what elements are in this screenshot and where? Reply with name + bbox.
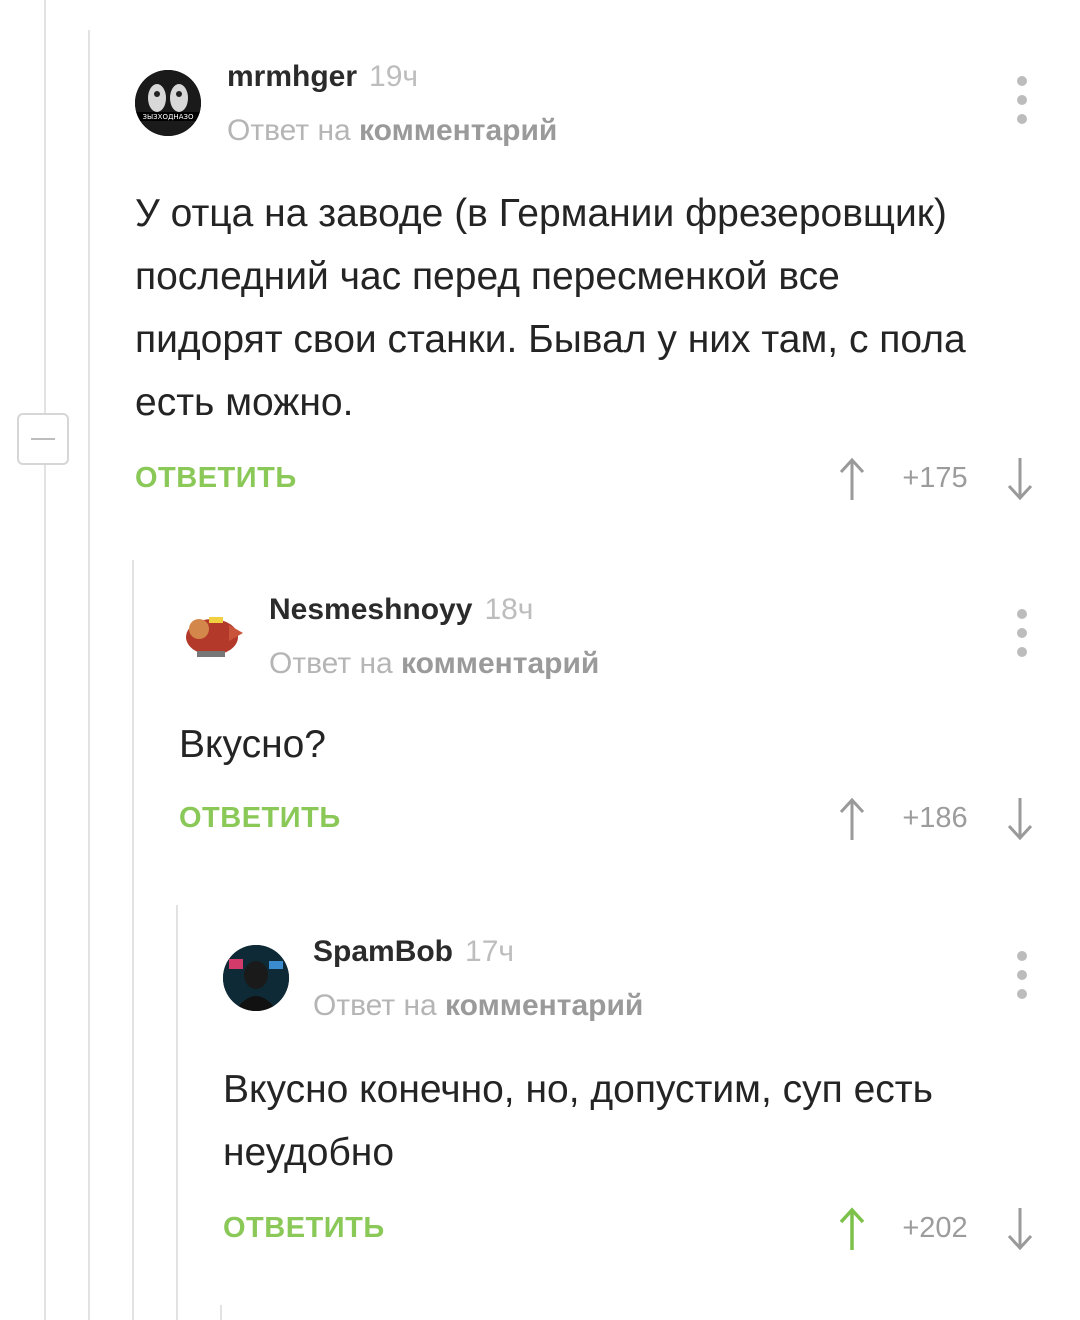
comment-actions: ОТВЕТИТЬ +175 (135, 457, 1055, 512)
reply-to-info: Ответ на комментарий (269, 647, 600, 680)
comment-mrmhger: ЗЫЗХОДНАЗО mrmhger 19ч Ответ на комментар… (135, 60, 1055, 512)
reply-button[interactable]: ОТВЕТИТЬ (179, 802, 341, 835)
reply-button[interactable]: ОТВЕТИТЬ (223, 1212, 385, 1245)
thread-line-level-3 (176, 905, 178, 1320)
upvote-arrow-icon[interactable] (835, 1204, 869, 1254)
reply-to-info: Ответ на комментарий (227, 114, 558, 147)
avatar-image: ЗЫЗХОДНАЗО (135, 70, 201, 136)
author-name[interactable]: Nesmeshnoyy 18ч (269, 593, 533, 627)
comment-time: 18ч (484, 593, 534, 626)
parent-comment-link[interactable]: комментарий (445, 989, 643, 1022)
author-name[interactable]: mrmhger 19ч (227, 60, 418, 94)
reply-to-info: Ответ на комментарий (313, 989, 644, 1022)
upvote-arrow-icon[interactable] (835, 794, 869, 844)
more-options-icon[interactable] (1015, 951, 1029, 1001)
minus-icon (31, 438, 55, 440)
comment-score: +202 (902, 1212, 968, 1244)
comment-actions: ОТВЕТИТЬ +202 (223, 1207, 1055, 1262)
avatar[interactable] (179, 603, 245, 669)
comment-header: Nesmeshnoyy 18ч Ответ на комментарий (179, 593, 1055, 703)
vote-controls: +186 (835, 794, 1045, 844)
avatar-image (179, 603, 245, 669)
parent-comment-link[interactable]: комментарий (401, 647, 599, 680)
comment-time: 17ч (465, 935, 515, 968)
parent-comment-link[interactable]: комментарий (359, 114, 557, 147)
author-name[interactable]: SpamBob 17ч (313, 935, 514, 969)
comment-text: Вкусно конечно, но, допустим, суп есть н… (223, 1068, 933, 1174)
comment-text: Вкусно? (179, 723, 326, 766)
comment-nesmeshnoyy: Nesmeshnoyy 18ч Ответ на комментарий Вкус… (179, 593, 1055, 852)
avatar[interactable] (223, 945, 289, 1011)
reply-button[interactable]: ОТВЕТИТЬ (135, 462, 297, 495)
comment-score: +175 (902, 462, 968, 494)
comment-time: 19ч (369, 60, 419, 93)
thread-line-level-4 (220, 1305, 222, 1320)
more-options-icon[interactable] (1015, 609, 1029, 659)
comment-spambob: SpamBob 17ч Ответ на комментарий Вкусно к… (223, 935, 1055, 1262)
more-options-icon[interactable] (1015, 76, 1029, 126)
comment-actions: ОТВЕТИТЬ +186 (179, 797, 1055, 852)
upvote-arrow-icon[interactable] (835, 454, 869, 504)
downvote-arrow-icon[interactable] (1003, 794, 1037, 844)
downvote-arrow-icon[interactable] (1003, 454, 1037, 504)
avatar-image (223, 945, 289, 1011)
avatar[interactable]: ЗЫЗХОДНАЗО (135, 70, 201, 136)
vote-controls: +175 (835, 454, 1045, 504)
vote-controls: +202 (835, 1204, 1045, 1254)
comment-header: SpamBob 17ч Ответ на комментарий (223, 935, 1055, 1045)
downvote-arrow-icon[interactable] (1003, 1204, 1037, 1254)
comment-score: +186 (902, 802, 968, 834)
comment-header: ЗЫЗХОДНАЗО mrmhger 19ч Ответ на комментар… (135, 60, 1055, 170)
thread-line-level-1 (88, 30, 90, 1320)
svg-text:ЗЫЗХОДНАЗО: ЗЫЗХОДНАЗО (143, 113, 194, 121)
thread-line-level-2 (132, 560, 134, 1320)
comment-text: У отца на заводе (в Германии фрезеровщик… (135, 192, 966, 424)
collapse-thread-button[interactable] (17, 413, 69, 465)
thread-line-root (44, 0, 46, 1320)
